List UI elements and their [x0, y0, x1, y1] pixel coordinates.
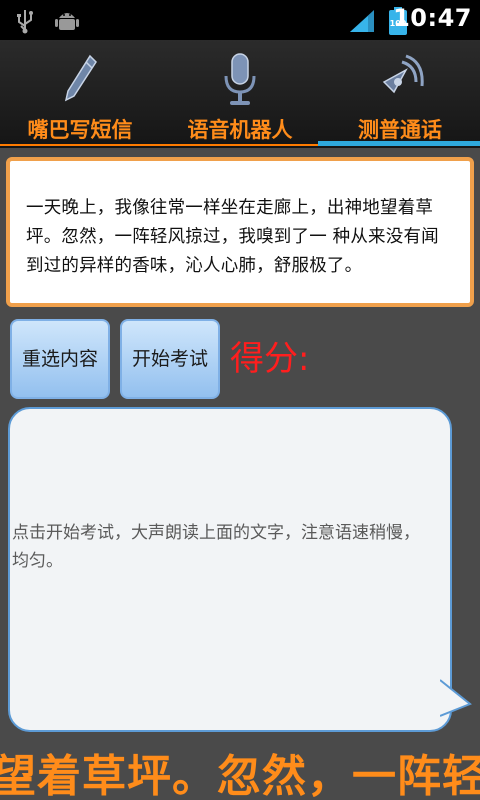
clock: 10:47 — [393, 4, 472, 32]
tab-voice-sms[interactable]: 嘴巴写短信 — [0, 40, 160, 148]
bubble-tail — [440, 679, 472, 717]
microphone-icon — [224, 53, 256, 105]
tab-label: 测普通话 — [358, 118, 442, 142]
tab-voice-robot[interactable]: 语音机器人 — [160, 40, 320, 148]
status-bar: 100 10:47 — [0, 0, 480, 40]
start-test-button[interactable]: 开始考试 — [120, 319, 220, 399]
tab-indicator — [0, 141, 480, 146]
reading-text: 一天晚上，我像往常一样坐在走廊上，出神地望着草坪。忽然，一阵轻风掠过，我嗅到了一… — [26, 198, 439, 276]
tab-label: 语音机器人 — [187, 118, 293, 142]
tab-bar: 嘴巴写短信 语音机器人 测普通话 — [0, 40, 480, 148]
signal-icon — [350, 10, 374, 32]
marquee-text: 望着草坪。忽然，一阵轻风 — [0, 751, 480, 800]
score-label: 得分: — [230, 339, 310, 379]
android-debug-icon — [55, 13, 79, 30]
reselect-content-button[interactable]: 重选内容 — [10, 319, 110, 399]
pencil-icon — [64, 54, 97, 102]
hint-text: 点击开始考试，大声朗读上面的文字，注意语速稍慢，均匀。 — [12, 523, 420, 571]
scrolling-marquee: 望着草坪。忽然，一阵轻风 — [0, 734, 480, 800]
tab-mandarin-test[interactable]: 测普通话 — [320, 40, 480, 148]
usb-icon — [17, 10, 33, 34]
reading-text-card: 一天晚上，我像往常一样坐在走廊上，出神地望着草坪。忽然，一阵轻风掠过，我嗅到了一… — [6, 157, 474, 307]
speaker-icon — [382, 54, 424, 94]
test-panel: 一天晚上，我像往常一样坐在走廊上，出神地望着草坪。忽然，一阵轻风掠过，我嗅到了一… — [0, 148, 480, 800]
tab-label: 嘴巴写短信 — [27, 118, 133, 142]
